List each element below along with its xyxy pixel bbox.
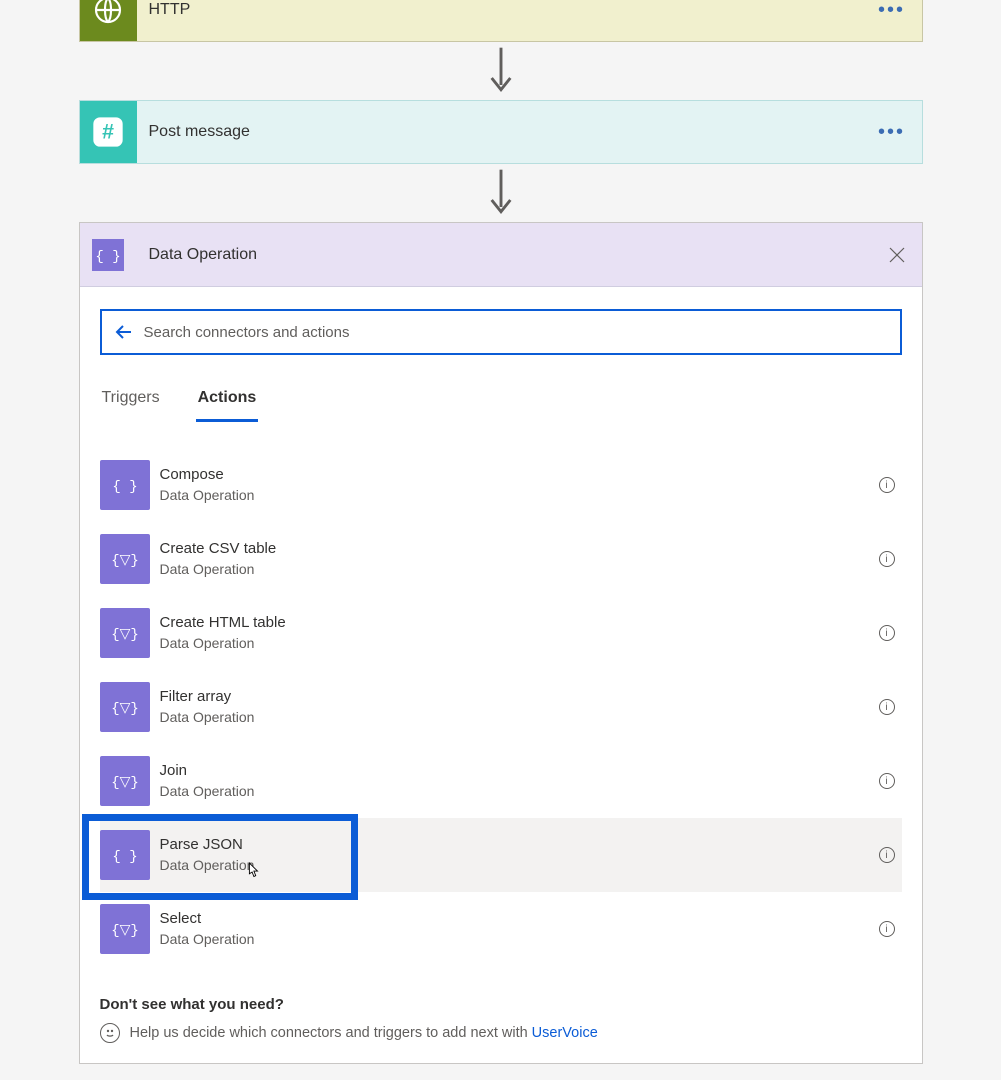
- data-operation-icon: {▽}: [100, 608, 150, 658]
- svg-text:{▽}: {▽}: [112, 923, 138, 939]
- step-http-title: HTTP: [137, 1, 862, 19]
- action-list: { } Compose Data Operation i {▽} Create …: [100, 448, 902, 966]
- tab-actions[interactable]: Actions: [196, 383, 259, 421]
- close-icon[interactable]: [872, 246, 922, 264]
- data-operation-icon: {▽}: [100, 904, 150, 954]
- step-post-title: Post message: [137, 123, 862, 141]
- tab-row: Triggers Actions: [100, 383, 902, 422]
- svg-text:{▽}: {▽}: [112, 775, 138, 791]
- data-operation-icon: {▽}: [100, 756, 150, 806]
- search-box: [100, 309, 902, 355]
- picker-title: Data Operation: [137, 246, 872, 264]
- data-operation-icon: { }: [80, 223, 137, 286]
- ellipsis-icon[interactable]: •••: [862, 0, 922, 22]
- uservoice-link[interactable]: UserVoice: [532, 1025, 598, 1041]
- info-icon[interactable]: i: [872, 921, 902, 937]
- action-compose[interactable]: { } Compose Data Operation i: [100, 448, 902, 522]
- action-name: Compose: [160, 465, 872, 485]
- info-icon[interactable]: i: [872, 551, 902, 567]
- info-icon[interactable]: i: [872, 773, 902, 789]
- ellipsis-icon[interactable]: •••: [862, 121, 922, 144]
- globe-icon: [80, 0, 137, 41]
- svg-text:#: #: [102, 120, 114, 144]
- step-post-message[interactable]: # Post message •••: [79, 100, 923, 164]
- action-name: Filter array: [160, 687, 872, 707]
- back-arrow-icon[interactable]: [110, 318, 138, 346]
- action-sub: Data Operation: [160, 930, 872, 949]
- data-operation-icon: {▽}: [100, 682, 150, 732]
- smiley-icon: [100, 1023, 120, 1043]
- action-create-html-table[interactable]: {▽} Create HTML table Data Operation i: [100, 596, 902, 670]
- data-operation-icon: {▽}: [100, 534, 150, 584]
- step-http[interactable]: HTTP •••: [79, 0, 923, 42]
- action-create-csv-table[interactable]: {▽} Create CSV table Data Operation i: [100, 522, 902, 596]
- action-filter-array[interactable]: {▽} Filter array Data Operation i: [100, 670, 902, 744]
- info-icon[interactable]: i: [872, 477, 902, 493]
- action-picker: { } Data Operation: [79, 222, 923, 1064]
- action-sub: Data Operation: [160, 782, 872, 801]
- action-name: Parse JSON: [160, 835, 872, 855]
- data-operation-icon: { }: [100, 830, 150, 880]
- picker-header: { } Data Operation: [80, 223, 922, 287]
- flow-arrow: [78, 164, 923, 222]
- flow-arrow: [78, 42, 923, 100]
- action-name: Select: [160, 909, 872, 929]
- action-sub: Data Operation: [160, 634, 872, 653]
- info-icon[interactable]: i: [872, 847, 902, 863]
- info-icon[interactable]: i: [872, 699, 902, 715]
- footer-heading: Don't see what you need?: [100, 996, 902, 1013]
- action-select[interactable]: {▽} Select Data Operation i: [100, 892, 902, 966]
- picker-footer: Don't see what you need? Help us decide …: [100, 996, 902, 1053]
- action-sub: Data Operation: [160, 560, 872, 579]
- action-name: Join: [160, 761, 872, 781]
- action-name: Create HTML table: [160, 613, 872, 633]
- info-icon[interactable]: i: [872, 625, 902, 641]
- search-input[interactable]: [138, 324, 892, 341]
- action-join[interactable]: {▽} Join Data Operation i: [100, 744, 902, 818]
- action-parse-json[interactable]: { } Parse JSON Data Operation i: [100, 818, 902, 892]
- tab-triggers[interactable]: Triggers: [100, 383, 162, 421]
- svg-text:{ }: { }: [112, 849, 137, 865]
- action-sub: Data Operation: [160, 486, 872, 505]
- svg-text:{ }: { }: [95, 249, 120, 265]
- svg-text:{▽}: {▽}: [112, 553, 138, 569]
- action-sub: Data Operation: [160, 856, 872, 875]
- footer-text: Help us decide which connectors and trig…: [130, 1025, 528, 1041]
- action-name: Create CSV table: [160, 539, 872, 559]
- hash-icon: #: [80, 101, 137, 163]
- svg-text:{▽}: {▽}: [112, 701, 138, 717]
- svg-text:{▽}: {▽}: [112, 627, 138, 643]
- data-operation-icon: { }: [100, 460, 150, 510]
- action-sub: Data Operation: [160, 708, 872, 727]
- svg-text:{ }: { }: [112, 479, 137, 495]
